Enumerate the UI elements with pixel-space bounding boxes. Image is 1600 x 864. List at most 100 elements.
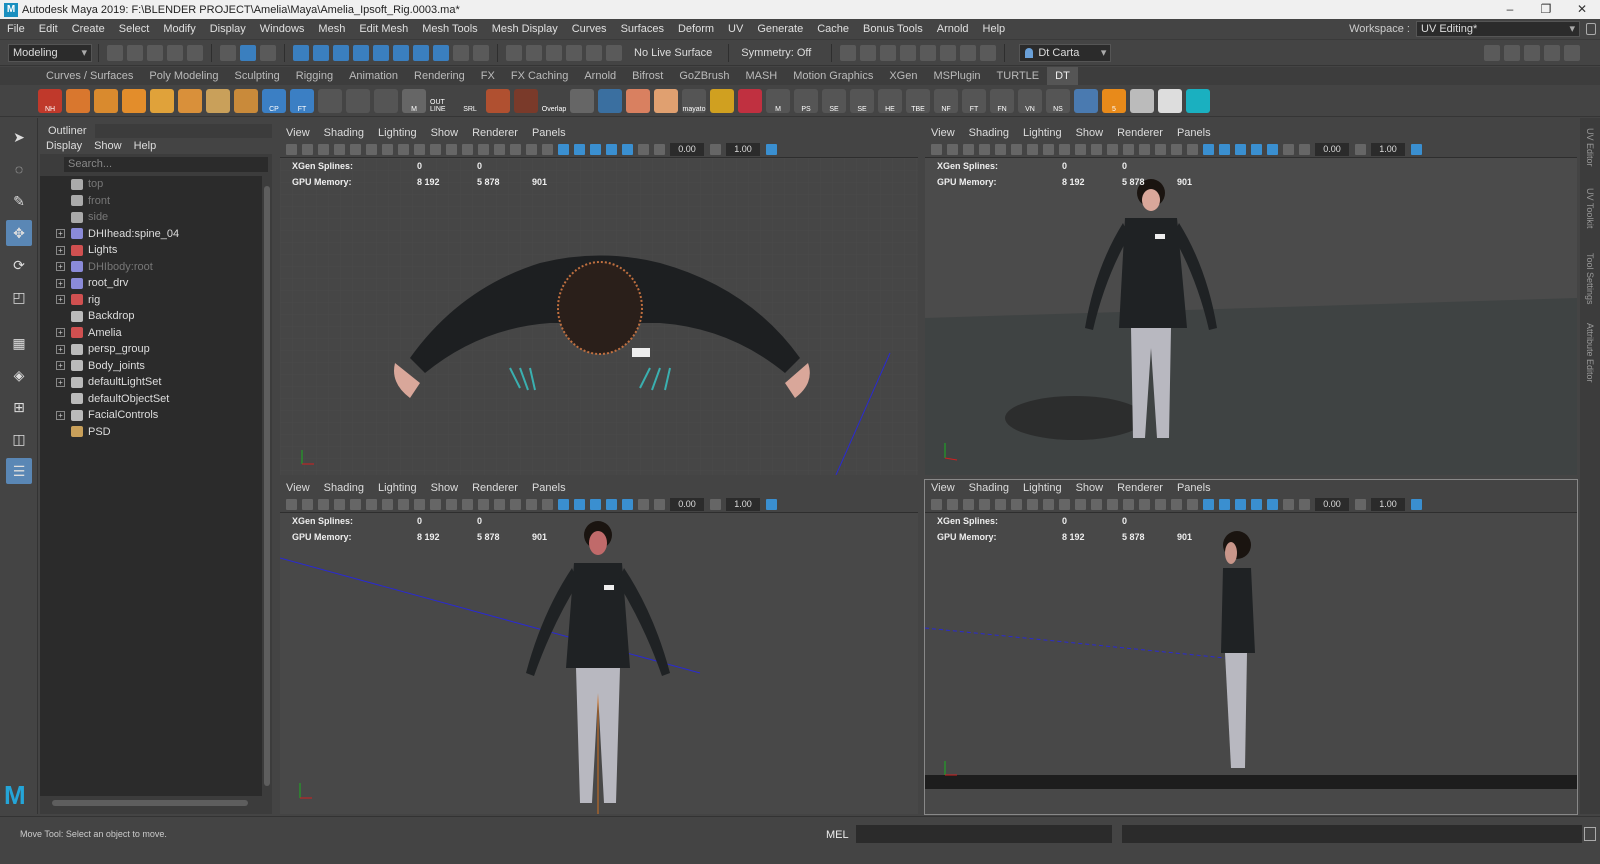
symmetry-dropdown[interactable]: Symmetry: Off bbox=[741, 47, 811, 59]
expand-icon[interactable]: + bbox=[56, 377, 65, 387]
shelf-tab-animation[interactable]: Animation bbox=[341, 67, 406, 85]
viewport-tool-icon[interactable] bbox=[963, 498, 974, 510]
viewport-tool-icon[interactable] bbox=[1107, 143, 1118, 155]
character-controls-icon[interactable] bbox=[1504, 44, 1520, 61]
redo-icon[interactable] bbox=[187, 44, 203, 61]
expand-icon[interactable]: + bbox=[56, 410, 65, 420]
command-input[interactable] bbox=[856, 825, 1112, 843]
outliner-menu-help[interactable]: Help bbox=[134, 140, 157, 152]
menu-item-curves[interactable]: Curves bbox=[565, 19, 614, 40]
outliner-row[interactable]: side bbox=[40, 209, 262, 226]
viewport-tool-icon[interactable] bbox=[302, 498, 313, 510]
menu-item-mesh-display[interactable]: Mesh Display bbox=[485, 19, 565, 40]
new-scene-icon[interactable] bbox=[107, 44, 123, 61]
viewport-tool-icon[interactable] bbox=[302, 143, 313, 155]
viewport-tool-icon[interactable] bbox=[1299, 143, 1310, 155]
viewport-tool-icon[interactable] bbox=[1139, 143, 1150, 155]
menu-item-windows[interactable]: Windows bbox=[253, 19, 312, 40]
undo-icon[interactable] bbox=[167, 44, 183, 61]
viewport-menu-renderer[interactable]: Renderer bbox=[1117, 127, 1163, 139]
outliner-row[interactable]: + Lights bbox=[40, 242, 262, 259]
gamma-field[interactable]: 1.00 bbox=[1371, 142, 1405, 156]
live-surface-field[interactable]: No Live Surface bbox=[634, 47, 712, 59]
shelf-tab-sculpting[interactable]: Sculpting bbox=[227, 67, 288, 85]
gamma-icon[interactable] bbox=[1355, 498, 1366, 510]
viewport-tool-icon[interactable] bbox=[1059, 143, 1070, 155]
viewport-tool-icon[interactable] bbox=[414, 143, 425, 155]
viewport-tool-icon[interactable] bbox=[446, 143, 457, 155]
viewport-tool-icon[interactable] bbox=[931, 498, 942, 510]
render-settings-icon[interactable] bbox=[900, 44, 917, 61]
scale-tool-icon[interactable]: ◰ bbox=[6, 284, 32, 310]
viewport-tool-icon[interactable] bbox=[1027, 143, 1038, 155]
snap-curve-icon[interactable] bbox=[526, 44, 542, 61]
shelf-tool-icon[interactable]: HE bbox=[878, 88, 902, 113]
viewport-tool-icon[interactable] bbox=[494, 498, 505, 510]
viewport-tool-icon[interactable] bbox=[1091, 143, 1102, 155]
viewport-tool-icon[interactable] bbox=[1043, 143, 1054, 155]
viewport-tool-icon[interactable] bbox=[1283, 143, 1294, 155]
shelf-tab-curves-surfaces[interactable]: Curves / Surfaces bbox=[38, 67, 141, 85]
shelf-tool-icon[interactable] bbox=[178, 88, 202, 113]
viewport-tool-icon[interactable] bbox=[1123, 143, 1134, 155]
shelf-tool-icon[interactable] bbox=[626, 88, 650, 113]
viewport-menu-view[interactable]: View bbox=[931, 482, 955, 494]
mask-deform-icon[interactable] bbox=[373, 44, 389, 61]
expand-icon[interactable]: + bbox=[56, 344, 65, 354]
shelf-tool-icon[interactable] bbox=[1130, 88, 1154, 113]
viewport-tool-icon[interactable] bbox=[398, 143, 409, 155]
viewport-tool-icon[interactable] bbox=[995, 498, 1006, 510]
lock-selection-icon[interactable] bbox=[453, 44, 469, 61]
viewport-canvas[interactable] bbox=[280, 513, 918, 814]
outliner-row[interactable]: + DHIbody:root bbox=[40, 259, 262, 276]
shelf-tab-rendering[interactable]: Rendering bbox=[406, 67, 473, 85]
mask-surface-icon[interactable] bbox=[353, 44, 369, 61]
mask-dynamic-icon[interactable] bbox=[393, 44, 409, 61]
shelf-tab-dt[interactable]: DT bbox=[1047, 67, 1078, 85]
menu-item-deform[interactable]: Deform bbox=[671, 19, 721, 40]
light-editor-icon[interactable] bbox=[960, 44, 977, 61]
shelf-tab-fx-caching[interactable]: FX Caching bbox=[503, 67, 576, 85]
shelf-tool-icon[interactable]: mayato bbox=[682, 88, 706, 113]
shelf-tab-arnold[interactable]: Arnold bbox=[576, 67, 624, 85]
viewport-tool-icon[interactable] bbox=[494, 143, 505, 155]
viewport-menu-shading[interactable]: Shading bbox=[969, 482, 1009, 494]
menu-item-create[interactable]: Create bbox=[65, 19, 112, 40]
mel-label[interactable]: MEL bbox=[826, 829, 849, 841]
viewport-tool-icon[interactable] bbox=[1075, 143, 1086, 155]
hypershade-icon[interactable] bbox=[920, 44, 937, 61]
viewport-tool-icon[interactable] bbox=[510, 498, 521, 510]
exposure-field[interactable]: 0.00 bbox=[670, 142, 704, 156]
shelf-tool-icon[interactable] bbox=[654, 88, 678, 113]
viewport-tool-icon[interactable] bbox=[638, 143, 649, 155]
viewport-menu-view[interactable]: View bbox=[286, 482, 310, 494]
gamma-field[interactable]: 1.00 bbox=[726, 497, 760, 511]
shelf-tool-icon[interactable]: FT bbox=[290, 88, 314, 113]
restore-icon[interactable]: ❐ bbox=[1528, 0, 1564, 19]
gamma-icon[interactable] bbox=[1355, 143, 1366, 155]
render-view-icon[interactable] bbox=[840, 44, 857, 61]
viewport-tool-icon[interactable] bbox=[1043, 498, 1054, 510]
viewport-tool-icon[interactable] bbox=[1251, 143, 1262, 155]
single-perspective-layout-icon[interactable]: ◈ bbox=[6, 362, 32, 388]
outliner-horizontal-scrollbar[interactable] bbox=[40, 798, 262, 808]
viewport-tool-icon[interactable] bbox=[654, 498, 665, 510]
outliner-vertical-scrollbar[interactable] bbox=[262, 176, 272, 796]
viewport-menu-lighting[interactable]: Lighting bbox=[1023, 482, 1062, 494]
viewport-tool-icon[interactable] bbox=[430, 498, 441, 510]
expand-icon[interactable]: + bbox=[56, 278, 65, 288]
viewport-tool-icon[interactable] bbox=[558, 498, 569, 510]
lock-icon[interactable] bbox=[1586, 23, 1596, 35]
viewport-tool-icon[interactable] bbox=[1011, 143, 1022, 155]
ipr-render-icon[interactable] bbox=[880, 44, 897, 61]
outliner-search-input[interactable]: Search... bbox=[64, 157, 268, 172]
save-scene-icon[interactable] bbox=[147, 44, 163, 61]
viewport-tool-icon[interactable] bbox=[286, 498, 297, 510]
viewport-tool-icon[interactable] bbox=[286, 143, 297, 155]
viewport-tool-icon[interactable] bbox=[1235, 143, 1246, 155]
workspace-dropdown[interactable]: UV Editing* bbox=[1416, 21, 1580, 37]
select-tool-icon[interactable]: ➤ bbox=[6, 124, 32, 150]
outliner-row[interactable]: PSD bbox=[40, 424, 262, 441]
viewport-tool-icon[interactable] bbox=[446, 498, 457, 510]
uv-checker-icon[interactable]: ▦ bbox=[6, 330, 32, 356]
